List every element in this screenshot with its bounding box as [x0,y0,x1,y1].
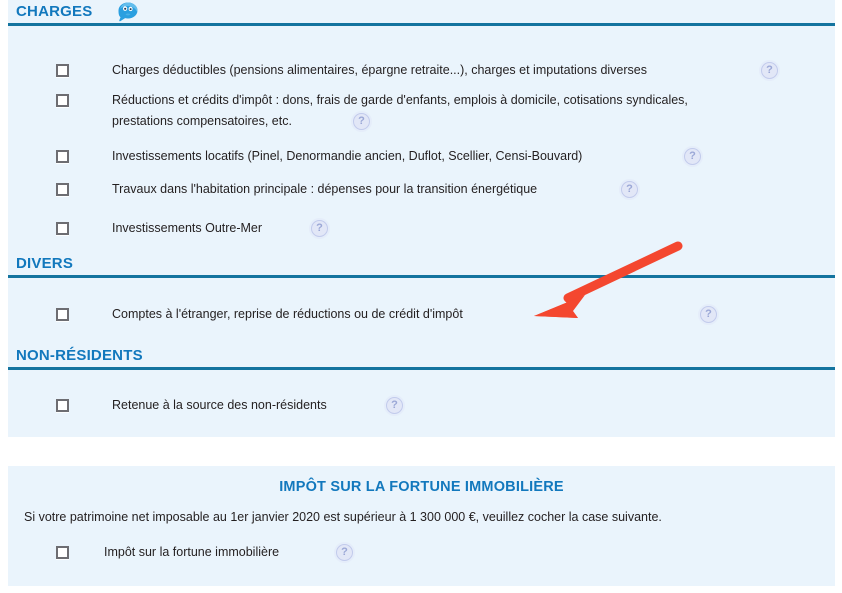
main-form-panel: CHARGES Charges déductibles (pensions al… [8,0,835,437]
row-label: Charges déductibles (pensions alimentair… [112,63,647,77]
help-icon[interactable]: ? [353,113,370,130]
checkbox-reductions-credits-impot[interactable] [56,94,69,107]
help-icon[interactable]: ? [761,62,778,79]
help-icon[interactable]: ? [621,181,638,198]
help-icon[interactable]: ? [336,544,353,561]
section-header-divers: DIVERS [8,252,835,278]
row-label-line2: prestations compensatoires, etc. [112,114,292,128]
checkbox-travaux-habitation-principale[interactable] [56,183,69,196]
section-title-charges: CHARGES [16,3,93,20]
checkbox-row: Investissements Outre-Mer ? [8,220,835,240]
section-header-non-residents: NON-RÉSIDENTS [8,344,835,370]
section-title-divers: DIVERS [16,255,74,272]
row-label: Retenue à la source des non-résidents [112,398,327,412]
help-icon[interactable]: ? [386,397,403,414]
checkbox-row: Charges déductibles (pensions alimentair… [8,62,835,82]
chat-bubble-mascot-icon [118,2,138,22]
checkbox-investissements-locatifs[interactable] [56,150,69,163]
checkbox-row: Impôt sur la fortune immobilière ? [8,544,835,564]
checkbox-retenue-a-la-source[interactable] [56,399,69,412]
checkbox-row: Comptes à l'étranger, reprise de réducti… [8,306,835,326]
row-label: Travaux dans l'habitation principale : d… [112,182,538,196]
ifi-panel: IMPÔT SUR LA FORTUNE IMMOBILIÈRE Si votr… [8,466,835,586]
checkbox-row: Réductions et crédits d'impôt : dons, fr… [8,92,835,130]
checkbox-impot-fortune-immobiliere[interactable] [56,546,69,559]
row-label: Impôt sur la fortune immobilière [104,545,280,559]
row-label: Réductions et crédits d'impôt : dons, fr… [112,93,688,107]
row-label: Comptes à l'étranger, reprise de réducti… [112,307,463,321]
section-header-charges: CHARGES [8,0,835,26]
help-icon[interactable]: ? [700,306,717,323]
checkbox-row: Travaux dans l'habitation principale : d… [8,181,835,201]
help-icon[interactable]: ? [311,220,328,237]
checkbox-investissements-outre-mer[interactable] [56,222,69,235]
section-title-non-residents: NON-RÉSIDENTS [16,347,143,364]
ifi-note: Si votre patrimoine net imposable au 1er… [24,510,662,524]
form-page: CHARGES Charges déductibles (pensions al… [0,0,842,593]
row-label: Investissements Outre-Mer [112,221,263,235]
checkbox-row: Investissements locatifs (Pinel, Denorma… [8,148,835,168]
row-label: Investissements locatifs (Pinel, Denorma… [112,149,583,163]
checkbox-row: Retenue à la source des non-résidents ? [8,397,835,417]
checkbox-comptes-a-letranger[interactable] [56,308,69,321]
help-icon[interactable]: ? [684,148,701,165]
ifi-title: IMPÔT SUR LA FORTUNE IMMOBILIÈRE [279,479,564,495]
checkbox-charges-deductibles[interactable] [56,64,69,77]
